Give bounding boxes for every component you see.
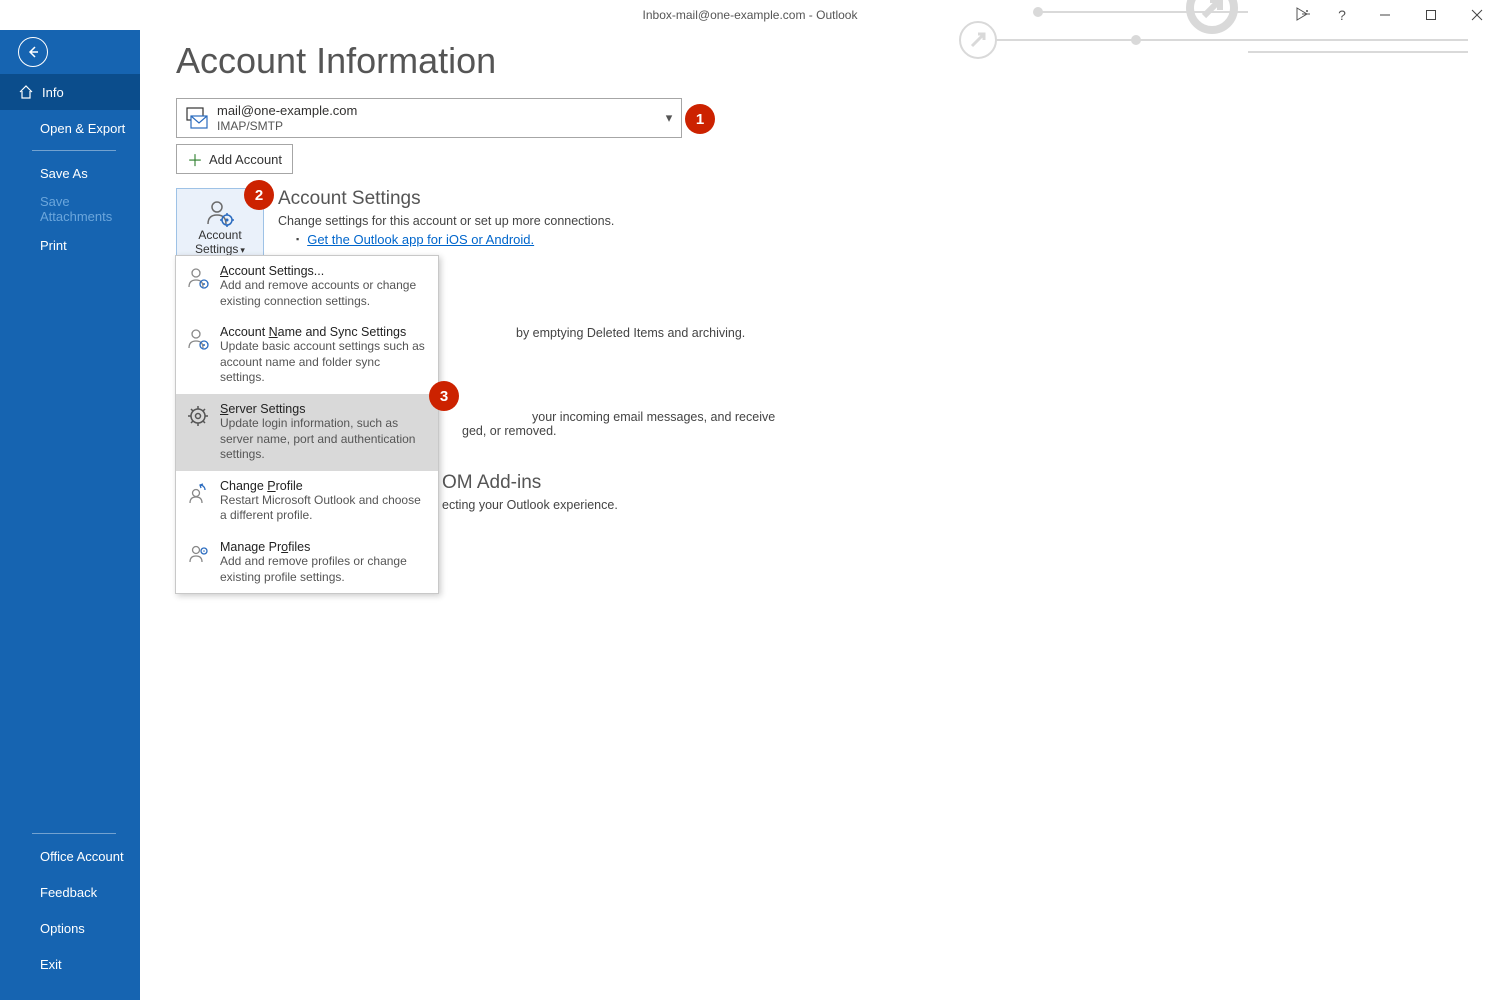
file-sidebar: Info Open & Export Save As Save Attachme… [0, 30, 140, 1000]
addins-desc-fragment: ecting your Outlook experience. [442, 498, 1464, 512]
user-gear-icon [186, 542, 210, 569]
menu-desc: Update basic account settings such as ac… [220, 339, 426, 386]
page-title: Account Information [176, 40, 1464, 82]
menu-desc: Update login information, such as server… [220, 416, 426, 463]
rules-desc-fragment-1: your incoming email messages, and receiv… [532, 410, 1464, 424]
menu-desc: Restart Microsoft Outlook and choose a d… [220, 493, 426, 524]
user-gear-icon [186, 266, 210, 293]
nav-exit[interactable]: Exit [0, 946, 140, 982]
nav-save-as[interactable]: Save As [0, 155, 140, 191]
nav-save-attachments: Save Attachments [0, 191, 140, 227]
window-title: Inbox-mail@one-example.com - Outlook [643, 8, 858, 22]
account-settings-heading: Account Settings [278, 188, 614, 210]
menu-title: Account Settings... [220, 264, 426, 278]
nav-info[interactable]: Info [0, 74, 140, 110]
coming-soon-icon[interactable] [1282, 6, 1322, 25]
account-email: mail@one-example.com [217, 103, 657, 119]
rules-desc-fragment-2: ged, or removed. [462, 424, 1464, 438]
menu-title: Change Profile [220, 479, 426, 493]
nav-open-export[interactable]: Open & Export [0, 110, 140, 146]
add-account-button[interactable]: ＋ Add Account [176, 144, 293, 174]
menu-account-settings[interactable]: Account Settings...Add and remove accoun… [176, 256, 438, 317]
home-icon [18, 84, 34, 100]
nav-options[interactable]: Options [0, 910, 140, 946]
plus-icon: ＋ [187, 147, 203, 171]
account-protocol: IMAP/SMTP [217, 119, 657, 133]
annotation-3: 3 [429, 381, 459, 411]
nav-print[interactable]: Print [0, 227, 140, 263]
gear-icon [186, 404, 210, 431]
add-account-label: Add Account [209, 152, 282, 167]
menu-desc: Add and remove accounts or change existi… [220, 278, 426, 309]
nav-info-label: Info [42, 85, 64, 100]
annotation-1: 1 [685, 104, 715, 134]
menu-desc: Add and remove profiles or change existi… [220, 554, 426, 585]
account-dropdown-arrow-icon: ▾ [657, 110, 681, 126]
maximize-button[interactable] [1408, 0, 1454, 30]
nav-feedback[interactable]: Feedback [0, 874, 140, 910]
nav-separator [32, 150, 116, 151]
mailbox-desc-fragment: by emptying Deleted Items and archiving. [516, 326, 1464, 340]
account-selector[interactable]: mail@one-example.com IMAP/SMTP ▾ [176, 98, 682, 138]
menu-account-name-sync[interactable]: Account Name and Sync SettingsUpdate bas… [176, 317, 438, 394]
user-swap-icon [186, 481, 210, 508]
menu-change-profile[interactable]: Change ProfileRestart Microsoft Outlook … [176, 471, 438, 532]
menu-title: Manage Profiles [220, 540, 426, 554]
menu-title: Server Settings [220, 402, 426, 416]
mail-account-icon [177, 105, 217, 131]
account-settings-dropdown: Account Settings...Add and remove accoun… [175, 255, 439, 594]
help-icon[interactable]: ? [1322, 7, 1362, 23]
annotation-2: 2 [244, 180, 274, 210]
user-gear-icon [205, 198, 235, 228]
back-button[interactable] [0, 30, 140, 74]
nav-office-account[interactable]: Office Account [0, 838, 140, 874]
user-gear-icon [186, 327, 210, 354]
close-button[interactable] [1454, 0, 1500, 30]
get-outlook-app-link[interactable]: Get the Outlook app for iOS or Android. [307, 232, 534, 247]
account-settings-desc: Change settings for this account or set … [278, 214, 614, 228]
menu-title: Account Name and Sync Settings [220, 325, 426, 339]
menu-manage-profiles[interactable]: Manage ProfilesAdd and remove profiles o… [176, 532, 438, 593]
nav-separator-bottom [32, 833, 116, 834]
title-bar: Inbox-mail@one-example.com - Outlook ? [0, 0, 1500, 30]
minimize-button[interactable] [1362, 0, 1408, 30]
addins-heading-fragment: OM Add-ins [442, 472, 1464, 494]
menu-server-settings[interactable]: Server SettingsUpdate login information,… [176, 394, 438, 471]
